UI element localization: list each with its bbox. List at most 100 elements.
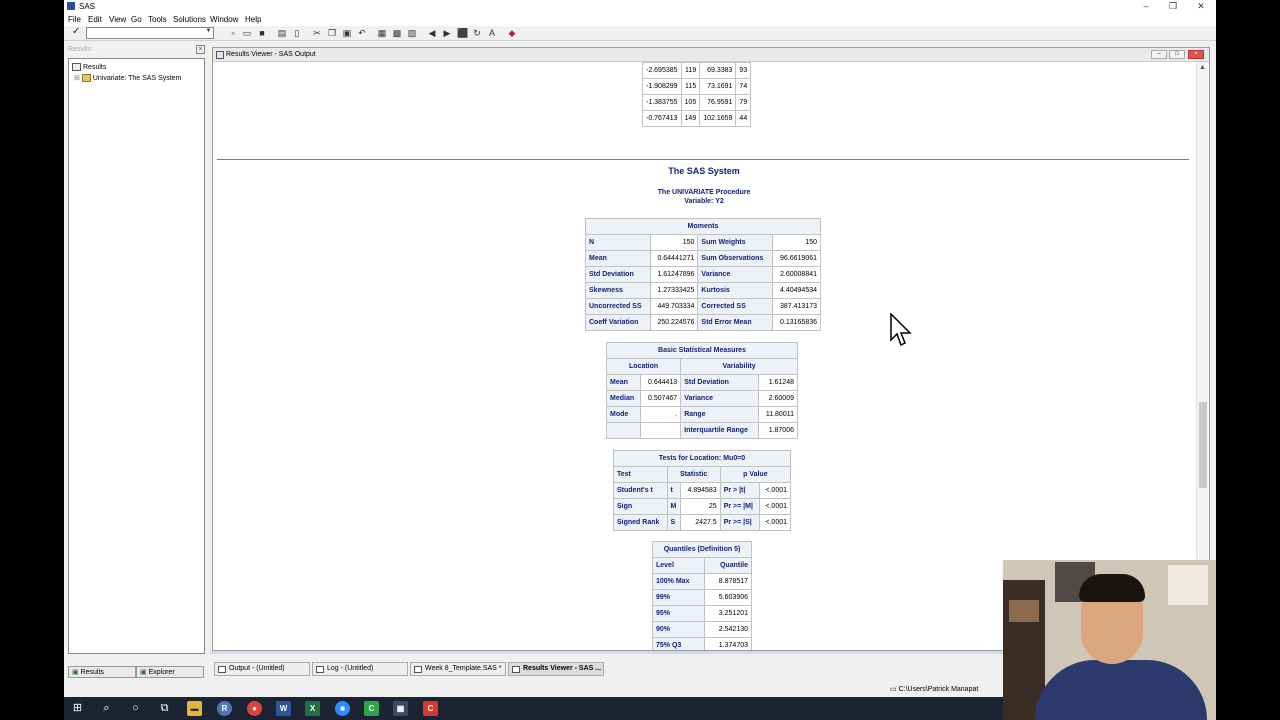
current-directory[interactable]: ▭ C:\Users\Patrick Manapat: [890, 685, 978, 693]
table-cell: 76.9591: [699, 94, 737, 111]
table-row: Mean 0.64441271 Sum Observations 96.6619061: [585, 250, 821, 267]
table-row: Skewness 1.27333425 Kurtosis 4.40494534: [585, 282, 821, 299]
menu-file[interactable]: File: [68, 15, 81, 24]
chrome-icon[interactable]: ●: [247, 701, 262, 716]
table-row: N 150 Sum Weights 150: [585, 234, 821, 251]
command-input[interactable]: ▼: [86, 27, 214, 39]
help-book-icon[interactable]: ◆: [507, 28, 517, 38]
results-viewer-tab-icon: [512, 666, 520, 673]
sas-icon[interactable]: ▦: [393, 701, 408, 716]
window-tab-log[interactable]: Log - (Untitled): [312, 662, 408, 676]
quantiles-caption: Quantiles (Definition 5): [652, 541, 752, 558]
tree-item-univariate[interactable]: ⊞ Univariate: The SAS System: [74, 74, 181, 83]
forward-icon[interactable]: ▶: [442, 28, 452, 38]
window-title: SAS: [79, 2, 96, 11]
menu-edit[interactable]: Edit: [88, 15, 102, 24]
cut-icon[interactable]: ✂: [312, 28, 322, 38]
submit-check-icon[interactable]: ✓: [72, 26, 80, 37]
output-window-icon: [218, 666, 226, 673]
webcam-overlay: [1003, 560, 1216, 720]
tree-root-results[interactable]: Results: [72, 63, 106, 71]
camtasia-icon[interactable]: C: [364, 701, 379, 716]
webcam-whiteboard: [1168, 565, 1208, 605]
restore-icon[interactable]: ❐: [1166, 1, 1180, 12]
scrollbar-thumb[interactable]: [1199, 402, 1207, 488]
window-tab-results-viewer[interactable]: Results Viewer - SAS ...: [508, 662, 604, 676]
table-cell: 119: [680, 62, 701, 79]
rv-minimize-button[interactable]: –: [1151, 50, 1167, 59]
moments-caption: Moments: [585, 218, 821, 235]
table-row: Student's t t 4.894583 Pr > |t| <.0001: [613, 482, 792, 499]
expand-icon[interactable]: ⊞: [74, 75, 80, 82]
menu-window[interactable]: Window: [210, 15, 238, 24]
explorer-tab-icon: ▣: [140, 669, 147, 676]
stop-icon[interactable]: ⬛: [457, 28, 468, 38]
table-row: Median 0.507467 Variance 2.60009: [605, 390, 798, 407]
tab-results[interactable]: ▣ Results: [68, 666, 136, 678]
tab-explorer[interactable]: ▣ Explorer: [136, 666, 204, 678]
menu-solutions[interactable]: Solutions: [173, 15, 206, 24]
refresh-icon[interactable]: ↻: [472, 28, 482, 38]
results-panel-header: Results: [68, 46, 92, 53]
panel-close-icon[interactable]: ×: [196, 45, 205, 54]
open-icon[interactable]: ▭: [242, 28, 252, 38]
menu-go[interactable]: Go: [131, 15, 142, 24]
zoom-icon[interactable]: ■: [335, 701, 350, 716]
windows-start-icon[interactable]: ⊞: [70, 701, 85, 716]
menu-view[interactable]: View: [109, 15, 126, 24]
print-preview-icon[interactable]: ▯: [292, 28, 302, 38]
variability-header: Variability: [680, 358, 798, 375]
folder-icon: [81, 74, 91, 83]
file-explorer-icon[interactable]: ▬: [187, 701, 202, 716]
window-tab-editor[interactable]: Week 8_Template.SAS *: [410, 662, 506, 676]
paste-icon[interactable]: ▣: [342, 28, 352, 38]
chevron-down-icon[interactable]: ▼: [204, 28, 213, 38]
font-icon[interactable]: A: [487, 28, 497, 38]
table-cell: 93: [735, 62, 752, 79]
undo-icon[interactable]: ↶: [357, 28, 367, 38]
report-title: The SAS System: [668, 166, 740, 176]
table-cell: 79: [735, 94, 752, 111]
new-icon[interactable]: ▫: [228, 28, 238, 38]
explorer-icon[interactable]: ▩: [392, 28, 402, 38]
toolbar: ✓ ▼ ▫ ▭ ■ ▤ ▯ ✂ ❐ ▣ ↶ ▦ ▩ ▧ ◀ ▶ ⬛ ↻ A ◆: [64, 26, 1216, 41]
cortana-icon[interactable]: ○: [128, 701, 143, 716]
excel-icon[interactable]: X: [305, 701, 320, 716]
r-icon[interactable]: R: [217, 701, 232, 716]
minimize-icon[interactable]: –: [1139, 1, 1153, 11]
save-icon[interactable]: ■: [257, 28, 267, 38]
rv-close-button[interactable]: ×: [1188, 50, 1204, 59]
menu-tools[interactable]: Tools: [148, 15, 167, 24]
find-icon[interactable]: ▧: [407, 28, 417, 38]
menu-help[interactable]: Help: [245, 15, 261, 24]
close-icon[interactable]: ✕: [1194, 1, 1208, 12]
table-cell: 105: [680, 94, 701, 111]
word-icon[interactable]: W: [276, 701, 291, 716]
window-tab-output[interactable]: Output - (Untitled): [214, 662, 310, 676]
table-row: Coeff Variation 250.224576 Std Error Mean 0…: [585, 314, 821, 331]
table-cell: -1.908299: [642, 78, 682, 95]
table-cell: 115: [680, 78, 701, 95]
search-icon[interactable]: ⌕: [99, 701, 114, 716]
test-header: Test: [613, 466, 668, 483]
copy-icon[interactable]: ❐: [327, 28, 337, 38]
folder-icon: ▭: [890, 686, 899, 693]
task-view-icon[interactable]: ⧉: [157, 701, 172, 716]
results-viewer-icon: [216, 51, 224, 59]
print-icon[interactable]: ▤: [277, 28, 287, 38]
rv-maximize-button[interactable]: □: [1169, 50, 1185, 59]
sas-app-icon: [67, 2, 75, 10]
scroll-up-icon[interactable]: ▲: [1199, 64, 1206, 71]
page-separator: [217, 159, 1189, 160]
results-viewer-titlebar: Results Viewer - SAS Output – □ ×: [213, 48, 1209, 62]
new-library-icon[interactable]: ▦: [377, 28, 387, 38]
data-listing-table: -2.695385 119 69.3383 93 -1.908299 115 73.169…: [642, 62, 752, 127]
back-icon[interactable]: ◀: [427, 28, 437, 38]
table-row: Interquartile Range 1.87006: [605, 422, 798, 439]
recorder-icon[interactable]: C: [423, 701, 438, 716]
table-row: Mode. Range 11.80011: [605, 406, 798, 423]
moments-table: Moments N 150 Sum Weights 150 Mean 0.6444127…: [585, 218, 821, 331]
quantile-header: Quantile: [704, 557, 752, 574]
results-tab-icon: ▣: [72, 669, 79, 676]
quantiles-table: Quantiles (Definition 5) Level Quantile 1…: [651, 541, 752, 650]
